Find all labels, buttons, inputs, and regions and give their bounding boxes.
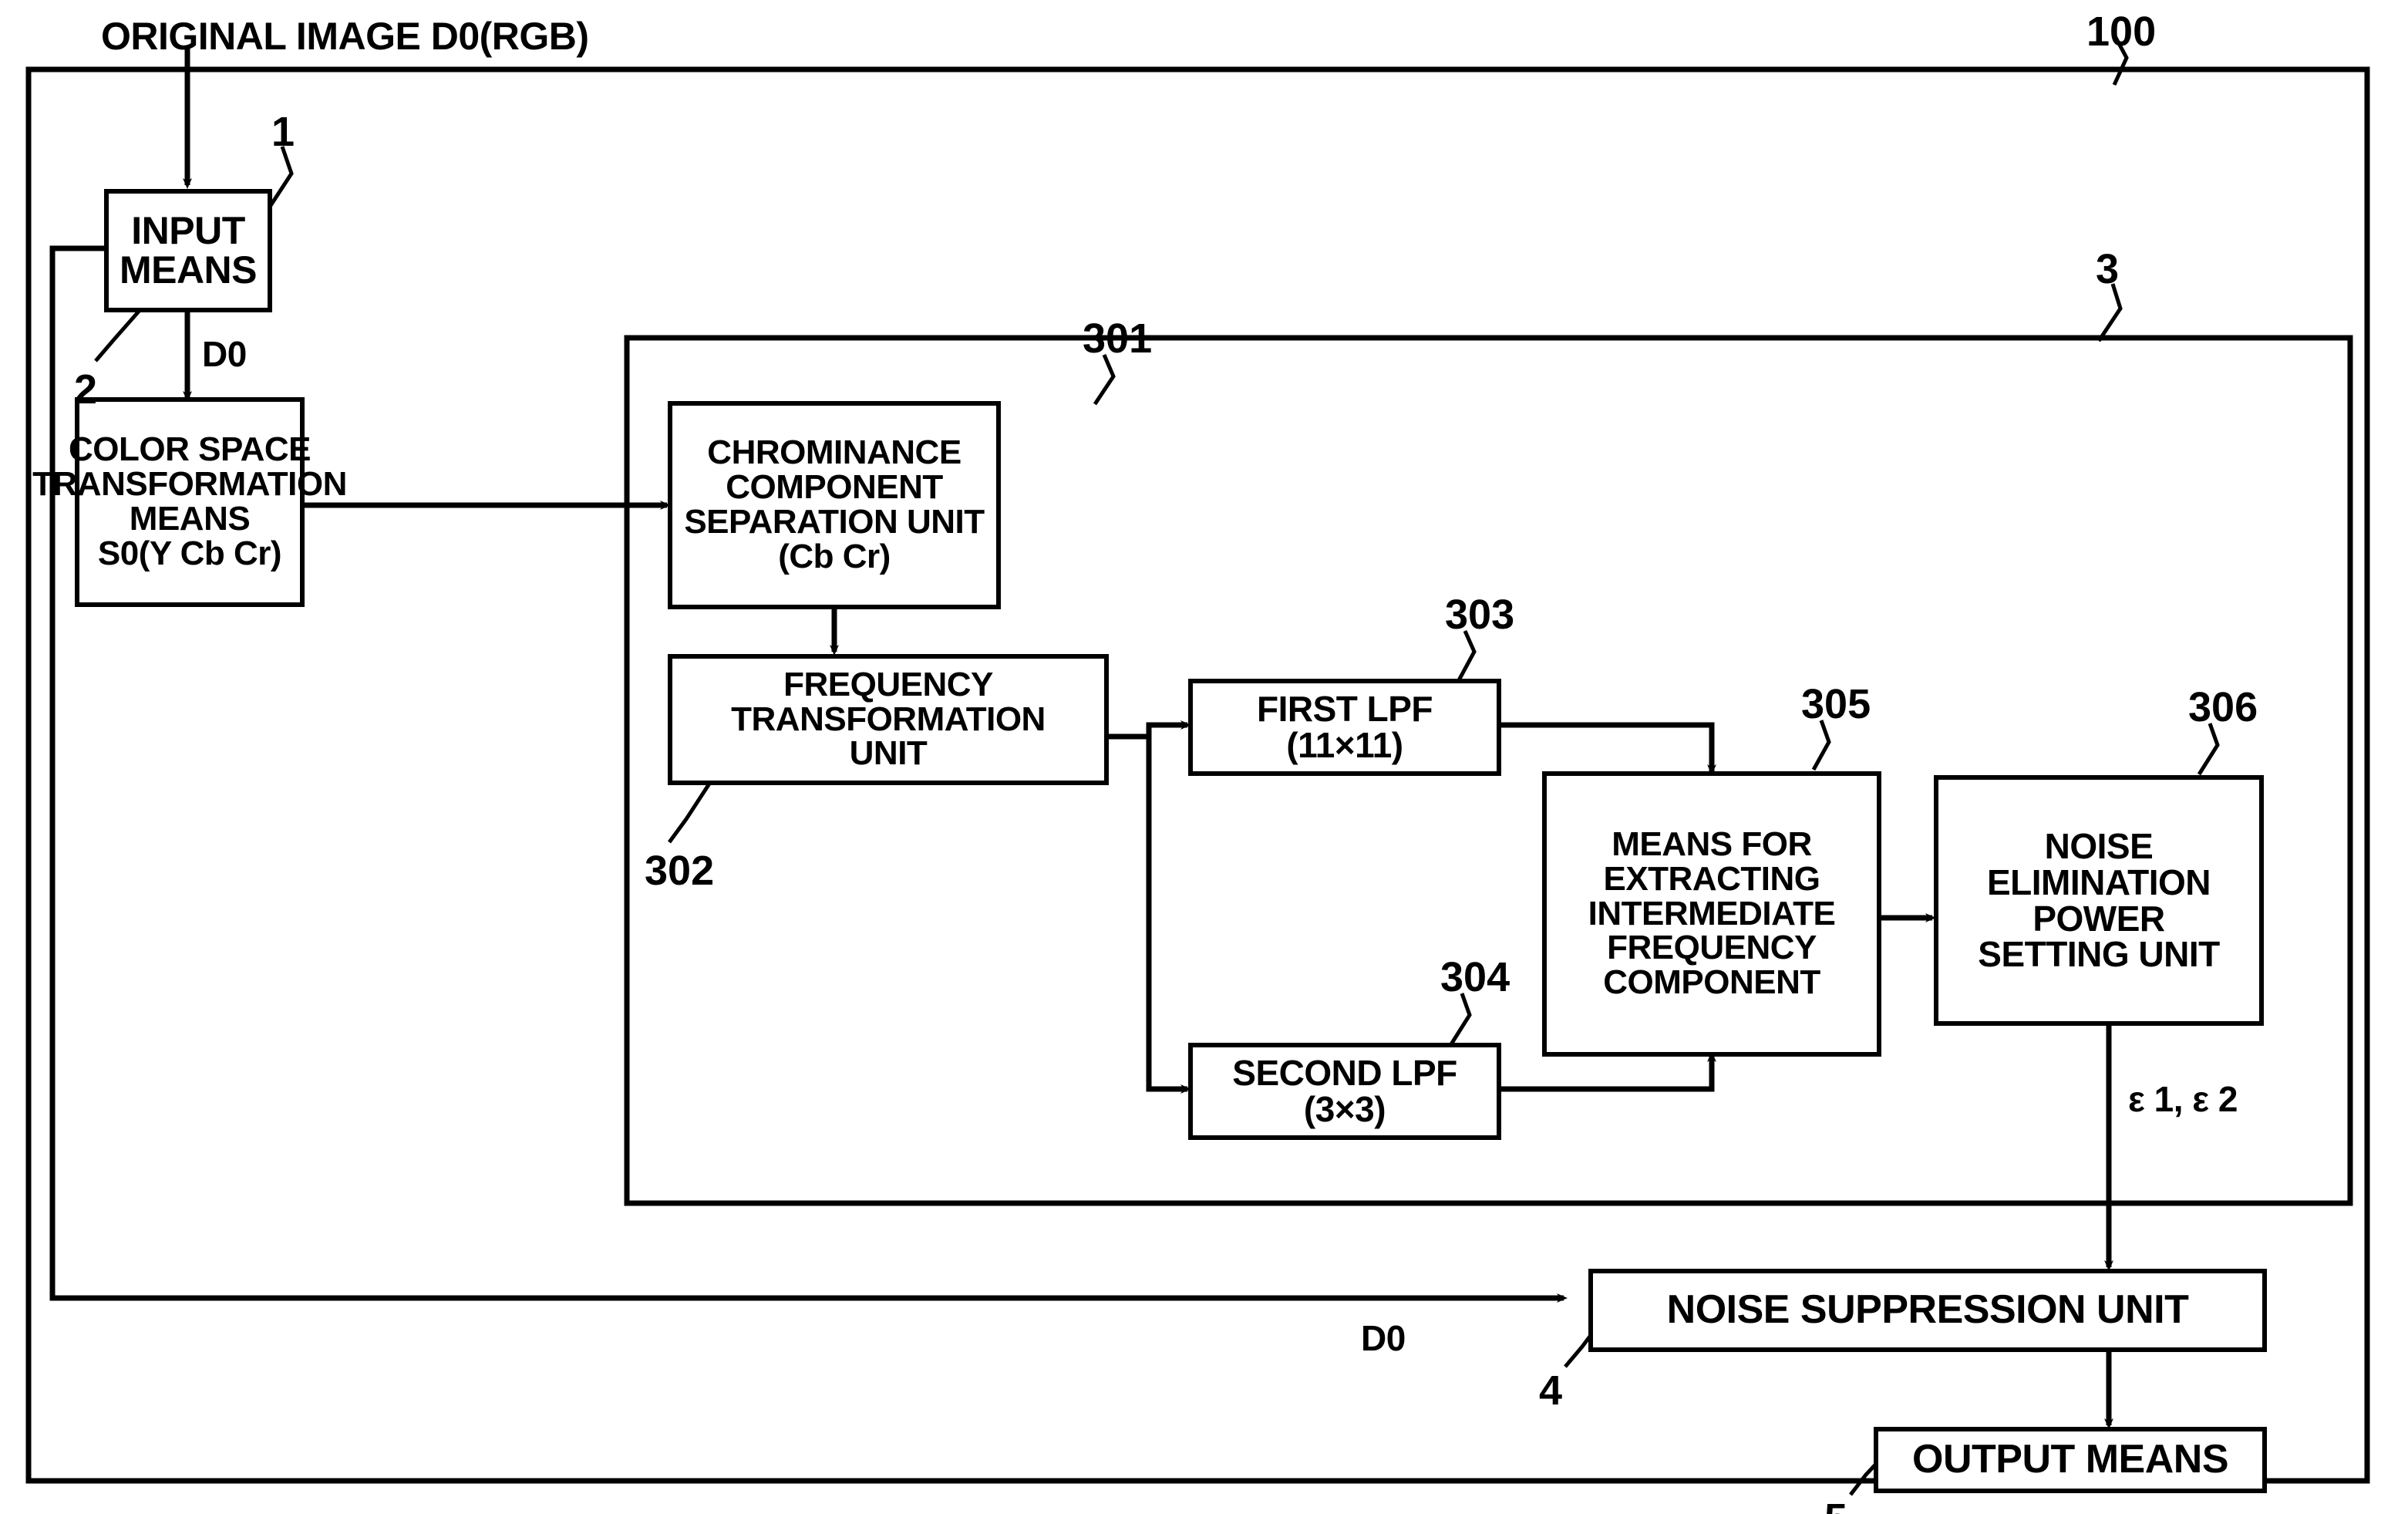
ref-numeral-305: 305	[1801, 681, 1871, 727]
block-extract-intermediate-frequency[interactable]: MEANS FOR EXTRACTING INTERMEDIATE FREQUE…	[1542, 771, 1881, 1057]
patent-figure-canvas: ORIGINAL IMAGE D0(RGB) INPUT MEANS COLOR…	[0, 0, 2408, 1514]
block-noise-elimination-power-setting-label: NOISE ELIMINATION POWER SETTING UNIT	[1978, 825, 2220, 975]
block-frequency-transformation-label: FREQUENCY TRANSFORMATION UNIT	[731, 665, 1046, 773]
leader-302	[667, 782, 712, 844]
block-second-lpf-label: SECOND LPF (3×3)	[1232, 1053, 1457, 1129]
wire-frequency-to-first-lpf	[1146, 720, 1191, 737]
ref-numeral-306: 306	[2188, 684, 2258, 730]
block-input-means-label: INPUT MEANS	[119, 209, 258, 292]
wire-frequency-to-second-lpf	[1146, 737, 1191, 1094]
leader-2	[94, 305, 144, 362]
ref-numeral-100: 100	[2086, 8, 2157, 55]
ref-numeral-1: 1	[271, 109, 295, 155]
block-output-means[interactable]: OUTPUT MEANS	[1874, 1427, 2267, 1493]
ref-numeral-5: 5	[1824, 1495, 1847, 1514]
block-noise-suppression-unit-label: NOISE SUPPRESSION UNIT	[1666, 1287, 2189, 1333]
page-title: ORIGINAL IMAGE D0(RGB)	[101, 15, 589, 58]
block-color-space-transformation-label: COLOR SPACE TRANSFORMATION MEANS S0(Y Cb…	[32, 430, 347, 572]
block-extract-intermediate-frequency-label: MEANS FOR EXTRACTING INTERMEDIATE FREQUE…	[1588, 824, 1836, 1002]
ref-numeral-301: 301	[1083, 315, 1153, 362]
block-chrominance-separation-label: CHROMINANCE COMPONENT SEPARATION UNIT (C…	[684, 433, 985, 575]
ref-numeral-302: 302	[645, 848, 715, 894]
block-noise-elimination-power-setting[interactable]: NOISE ELIMINATION POWER SETTING UNIT	[1934, 775, 2264, 1026]
signal-label-d0-input: D0	[202, 334, 247, 374]
wire-first-lpf-to-extract	[1500, 722, 1716, 775]
block-color-space-transformation[interactable]: COLOR SPACE TRANSFORMATION MEANS S0(Y Cb…	[32, 397, 347, 607]
ref-numeral-304: 304	[1440, 954, 1510, 1000]
signal-label-epsilon: ε 1, ε 2	[2128, 1079, 2238, 1119]
ref-numeral-4: 4	[1539, 1367, 1563, 1414]
block-output-means-label: OUTPUT MEANS	[1912, 1437, 2229, 1482]
block-first-lpf-label: FIRST LPF (11×11)	[1256, 689, 1433, 765]
block-frequency-transformation[interactable]: FREQUENCY TRANSFORMATION UNIT	[668, 654, 1109, 785]
block-input-means[interactable]: INPUT MEANS	[104, 189, 272, 312]
ref-numeral-2: 2	[74, 366, 98, 413]
block-noise-suppression-unit[interactable]: NOISE SUPPRESSION UNIT	[1588, 1269, 2267, 1352]
signal-label-d0-bypass: D0	[1361, 1318, 1406, 1358]
block-second-lpf[interactable]: SECOND LPF (3×3)	[1188, 1043, 1501, 1140]
wire-second-lpf-to-extract	[1500, 1051, 1716, 1092]
block-first-lpf[interactable]: FIRST LPF (11×11)	[1188, 679, 1501, 776]
block-chrominance-separation[interactable]: CHROMINANCE COMPONENT SEPARATION UNIT (C…	[668, 401, 1001, 609]
ref-numeral-3: 3	[2096, 246, 2120, 292]
ref-numeral-303: 303	[1445, 592, 1515, 638]
